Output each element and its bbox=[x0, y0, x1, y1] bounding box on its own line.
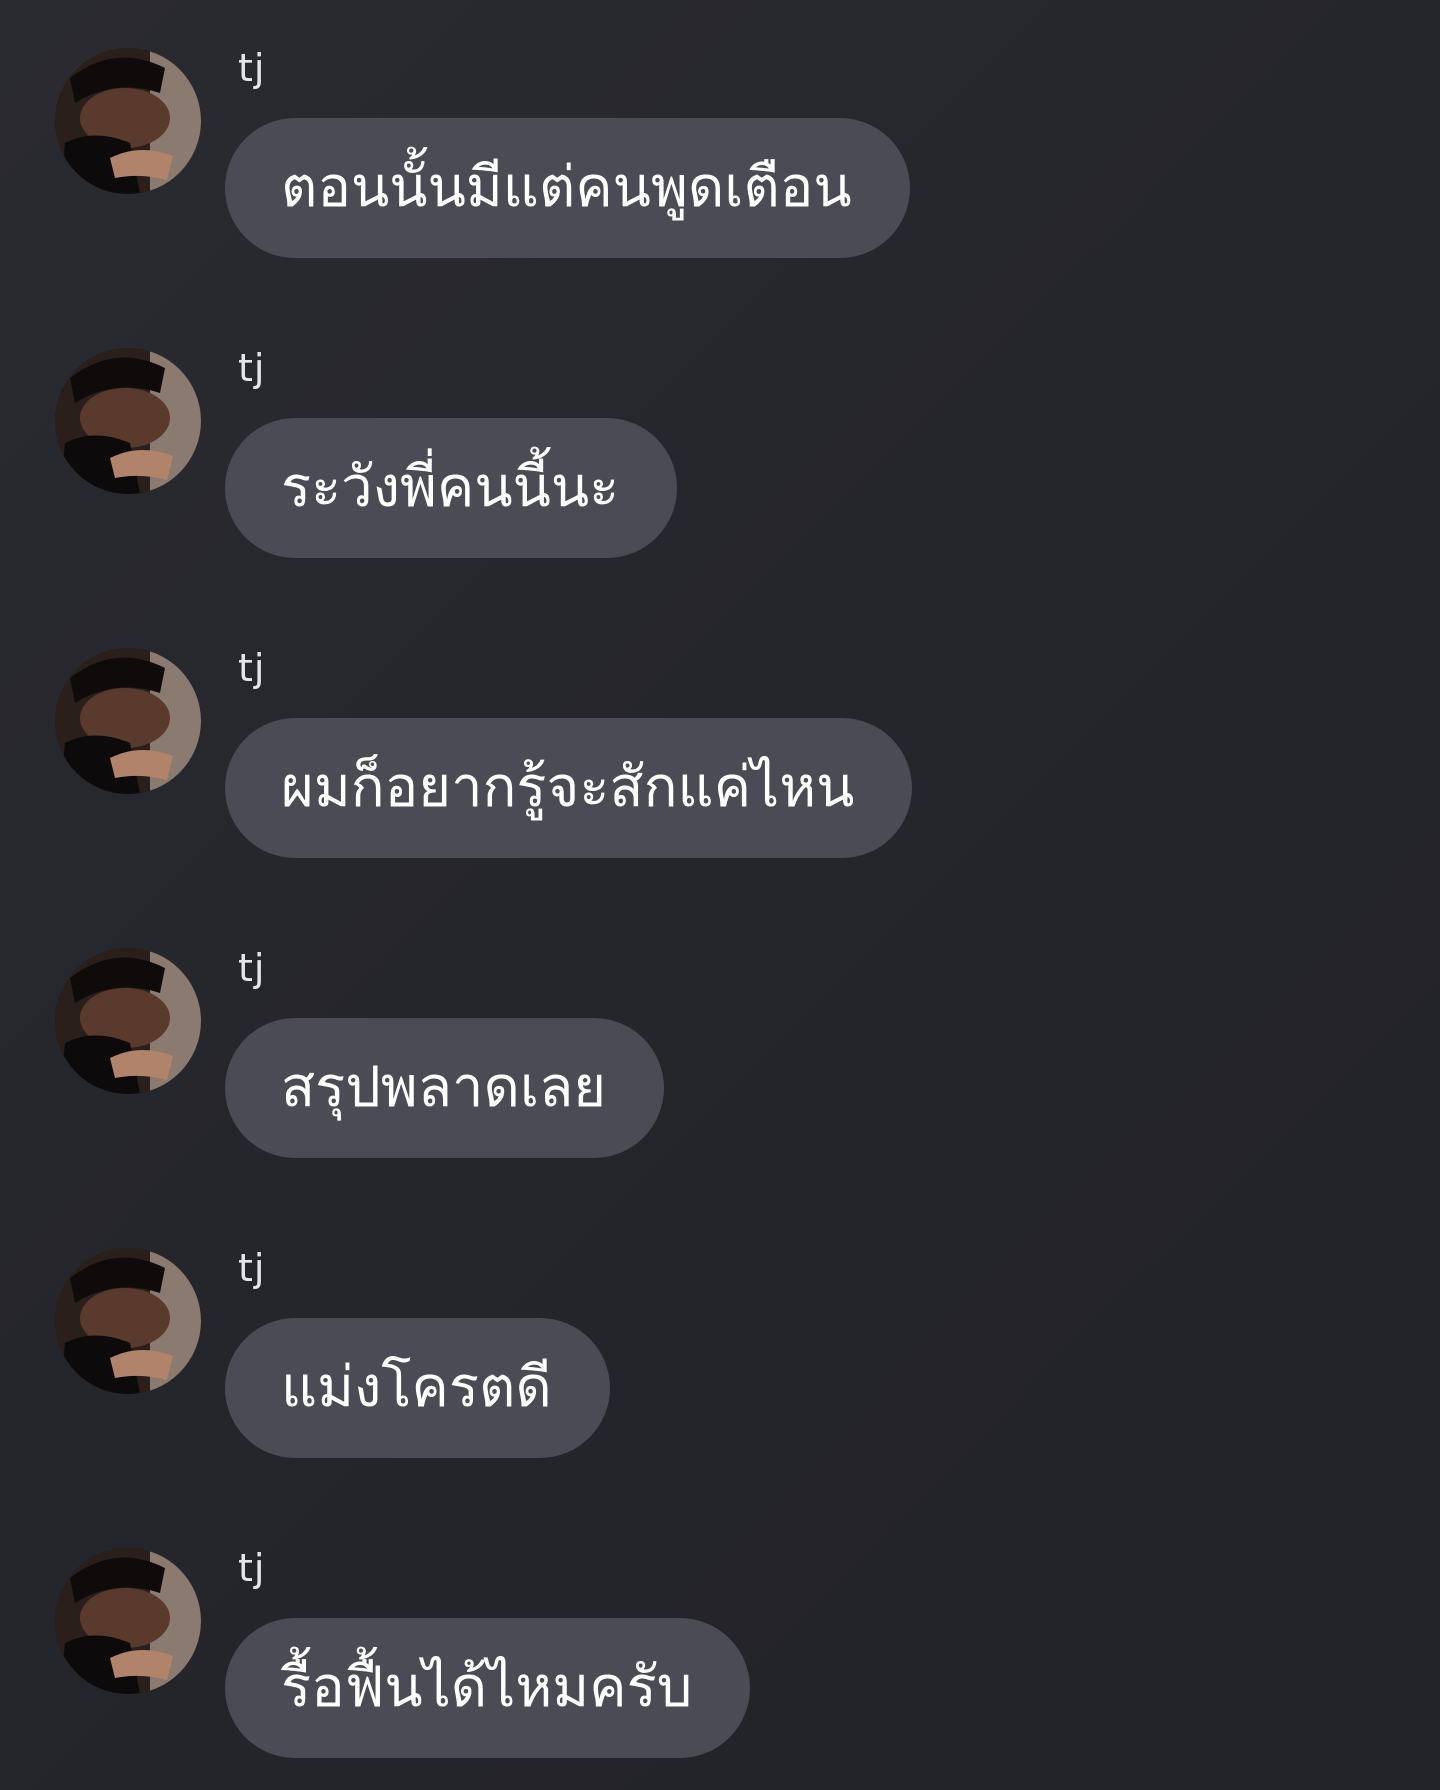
message-bubble[interactable]: สรุปพลาดเลย bbox=[225, 1018, 665, 1158]
message-row: tj สรุปพลาดเลย bbox=[0, 900, 1440, 1158]
sender-name: tj bbox=[238, 1246, 266, 1290]
chat-thread: tj ตอนนั้นมีแต่คนพูดเตือน tj ระวังพี่คนน… bbox=[0, 0, 1440, 1790]
message-row: tj ระวังพี่คนนี้นะ bbox=[0, 300, 1440, 558]
message-bubble[interactable]: ผมก็อยากรู้จะสักแค่ไหน bbox=[225, 718, 913, 858]
message-row: tj ผมก็อยากรู้จะสักแค่ไหน bbox=[0, 600, 1440, 858]
avatar-photo-icon[interactable] bbox=[55, 1248, 201, 1394]
sender-name: tj bbox=[238, 646, 266, 690]
sender-name: tj bbox=[238, 946, 266, 990]
message-row: tj รื้อฟื้นได้ไหมครับ bbox=[0, 1500, 1440, 1758]
avatar-photo-icon[interactable] bbox=[55, 1548, 201, 1694]
message-bubble[interactable]: รื้อฟื้นได้ไหมครับ bbox=[225, 1618, 751, 1758]
avatar-photo-icon[interactable] bbox=[55, 948, 201, 1094]
avatar-photo-icon[interactable] bbox=[55, 48, 201, 194]
sender-name: tj bbox=[238, 346, 266, 390]
avatar-photo-icon[interactable] bbox=[55, 648, 201, 794]
avatar-photo-icon[interactable] bbox=[55, 348, 201, 494]
sender-name: tj bbox=[238, 46, 266, 90]
message-row: tj ตอนนั้นมีแต่คนพูดเตือน bbox=[0, 0, 1440, 258]
sender-name: tj bbox=[238, 1546, 266, 1590]
message-row: tj แม่งโครตดี bbox=[0, 1200, 1440, 1458]
message-bubble[interactable]: แม่งโครตดี bbox=[225, 1318, 610, 1458]
message-bubble[interactable]: ตอนนั้นมีแต่คนพูดเตือน bbox=[225, 118, 910, 258]
message-bubble[interactable]: ระวังพี่คนนี้นะ bbox=[225, 418, 678, 558]
